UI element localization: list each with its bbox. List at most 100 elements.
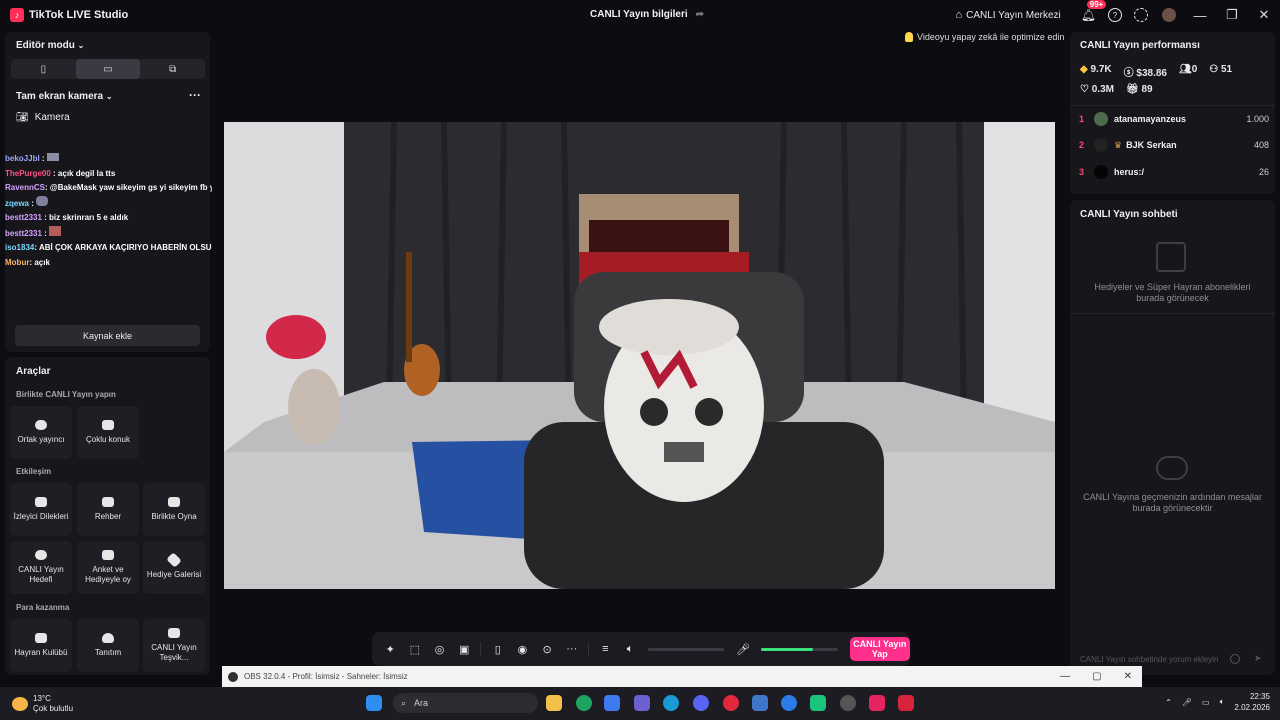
add-source-button[interactable]: Kaynak ekle: [15, 325, 200, 346]
editor-mode-dropdown[interactable]: Editör modu ⌄: [16, 40, 84, 51]
scene-dropdown[interactable]: Tam ekran kamera ⌄: [16, 91, 113, 102]
obs-title: OBS 32.0.4 - Profil: İsimsiz - Sahneler:…: [244, 672, 408, 681]
help-icon[interactable]: ?: [1108, 8, 1122, 22]
tool-label: Çoklu konuk: [85, 435, 131, 444]
system-tray: ⌃ 🎤︎ ▭ 🔈︎ 22:35 2.02.2026: [1165, 691, 1270, 713]
notifications-button[interactable]: 🔔︎ 99+: [1081, 0, 1107, 22]
leaderboard-row[interactable]: 1 atanamayanzeus 1.000: [1070, 106, 1275, 132]
diamond-icon: ◆: [1080, 64, 1088, 75]
opera-icon[interactable]: [723, 695, 739, 711]
ai-icon[interactable]: ◎: [433, 642, 447, 656]
weather-text: Çok bulutlu: [33, 703, 74, 713]
chat-row: RavennCS: @BakeMask yaw sikeyim gs yi si…: [5, 181, 290, 196]
edge-icon[interactable]: [663, 695, 679, 711]
volume-slider[interactable]: [648, 647, 725, 651]
chevron-up-icon[interactable]: ⌃: [1165, 698, 1172, 707]
time: 22:35: [1249, 692, 1270, 701]
viewer-wishes-button[interactable]: İzleyici Dilekleri: [10, 483, 72, 536]
youtube-icon[interactable]: [898, 695, 914, 711]
live-info-title[interactable]: CANLI Yayın bilgileri ➦: [590, 9, 704, 20]
chat-row: iso1834: ABİ ÇOK ARKAYA KAÇIRIYO HABERİN…: [5, 241, 272, 256]
file-explorer-icon[interactable]: [546, 695, 562, 711]
obs-taskbar-icon[interactable]: [840, 695, 856, 711]
rank-name: herus:/: [1114, 167, 1145, 177]
dollar-icon: ⓢ: [1123, 68, 1134, 79]
dual-layout-button[interactable]: ⧉: [140, 59, 205, 79]
maximize-button[interactable]: ❐: [1216, 7, 1248, 23]
obs-close-button[interactable]: ✕: [1124, 671, 1132, 682]
settings-gear-icon[interactable]: [1134, 8, 1148, 22]
close-button[interactable]: ✕: [1248, 7, 1280, 23]
earnings-stat: ⓢ $38.86: [1124, 64, 1167, 79]
mic-tray-icon[interactable]: 🎤︎: [1182, 698, 1192, 707]
performance-title: CANLI Yayın performansı: [1080, 40, 1200, 51]
users-icon: [102, 420, 114, 430]
promote-button[interactable]: Tanıtım: [77, 619, 139, 672]
play-together-button[interactable]: Birlikte Oyna: [143, 483, 205, 536]
chrome-icon[interactable]: [576, 695, 592, 711]
leaderboard-row[interactable]: 3 herus:/ 26: [1070, 159, 1275, 185]
tool-label: Hediye Galerisi: [146, 570, 202, 579]
microphone-icon[interactable]: 🎤︎: [736, 642, 750, 656]
camera-feed-image: [224, 122, 1055, 589]
app-green-icon[interactable]: [810, 695, 826, 711]
settings-sliders-icon[interactable]: ≡: [599, 642, 613, 656]
weather-widget[interactable]: 13°C Çok bulutlu: [12, 694, 73, 714]
more-options-icon[interactable]: ···: [189, 88, 201, 102]
effects-wand-icon[interactable]: ✦: [383, 642, 397, 656]
monitor-icon[interactable]: ▭: [1202, 698, 1210, 707]
portrait-layout-button[interactable]: ▯: [11, 59, 76, 79]
live-incentive-button[interactable]: CANLI Yayın Teşvik...: [143, 619, 205, 672]
landscape-layout-button[interactable]: ▭: [75, 59, 141, 79]
guide-button[interactable]: Rehber: [77, 483, 139, 536]
phone-source-icon[interactable]: ▯: [491, 642, 505, 656]
taskbar-search[interactable]: ⌕ Ara: [393, 693, 538, 713]
capture-icon[interactable]: ⊙: [540, 642, 554, 656]
enhance-icon[interactable]: ⬚: [408, 642, 422, 656]
teams-icon[interactable]: [634, 695, 650, 711]
tool-label: Anket ve Hediyeyle oy: [85, 565, 131, 584]
mail-icon[interactable]: [752, 695, 768, 711]
poll-button[interactable]: Anket ve Hediyeyle oy: [77, 541, 139, 594]
fan-club-button[interactable]: Hayran Kulübü: [10, 619, 72, 672]
media-icon[interactable]: ▣: [457, 642, 471, 656]
clock[interactable]: 22:35 2.02.2026: [1234, 691, 1270, 713]
leaderboard-row[interactable]: 2 ♛ BJK Serkan 408: [1070, 132, 1275, 158]
ai-optimize-link[interactable]: Videoyu yapay zekâ ile optimize edin: [905, 32, 1064, 42]
live-center-button[interactable]: ⌂ CANLI Yayın Merkezi: [955, 9, 1060, 21]
tiktok-taskbar-icon[interactable]: [869, 695, 885, 711]
chat-msg: : açık degil la tts: [53, 168, 116, 178]
chat-input[interactable]: CANLI Yayın sohbetinde yorum ekleyin: [1080, 655, 1218, 664]
multi-guest-button[interactable]: Çoklu konuk: [77, 406, 139, 459]
profile-avatar[interactable]: [1162, 8, 1176, 22]
target-icon: [35, 550, 47, 560]
emoji-icon[interactable]: [1230, 654, 1240, 664]
mic-level-meter[interactable]: [761, 647, 838, 651]
speaker-icon[interactable]: 🔈︎: [623, 642, 637, 656]
live-chat-panel: CANLI Yayın sohbeti Hediyeler ve Süper H…: [1070, 200, 1275, 675]
more-icon[interactable]: ···: [565, 642, 579, 656]
store-icon[interactable]: [604, 695, 620, 711]
discord-icon[interactable]: [693, 695, 709, 711]
live-goal-button[interactable]: CANLI Yayın Hedefi: [10, 541, 72, 594]
share-icon[interactable]: ➦: [696, 9, 704, 20]
obs-icon: [228, 671, 238, 682]
co-host-button[interactable]: Ortak yayıncı: [10, 406, 72, 459]
send-icon[interactable]: ➤: [1254, 653, 1262, 664]
obs-minimize-button[interactable]: —: [1060, 671, 1070, 682]
chat-row: ThePurge00 : açık degil la tts: [5, 167, 210, 182]
record-icon[interactable]: ◉: [516, 642, 530, 656]
camera-source[interactable]: 📷︎ Kamera: [16, 112, 70, 123]
separator: [588, 642, 590, 656]
viewers-value: 0: [1191, 64, 1198, 75]
minimize-button[interactable]: —: [1184, 8, 1216, 23]
obs-window-bar[interactable]: OBS 32.0.4 - Profil: İsimsiz - Sahneler:…: [222, 666, 1142, 687]
users-icon: 👥︎: [1178, 64, 1192, 75]
tool-label: CANLI Yayın Teşvik...: [151, 643, 197, 662]
windows-start-icon[interactable]: [366, 695, 382, 711]
volume-tray-icon[interactable]: 🔈︎: [1220, 697, 1225, 707]
go-live-button[interactable]: CANLI Yayın Yap: [849, 637, 910, 661]
gift-gallery-button[interactable]: Hediye Galerisi: [143, 541, 205, 594]
obs-maximize-button[interactable]: ▢: [1092, 671, 1101, 682]
chrome-profile-icon[interactable]: [781, 695, 797, 711]
